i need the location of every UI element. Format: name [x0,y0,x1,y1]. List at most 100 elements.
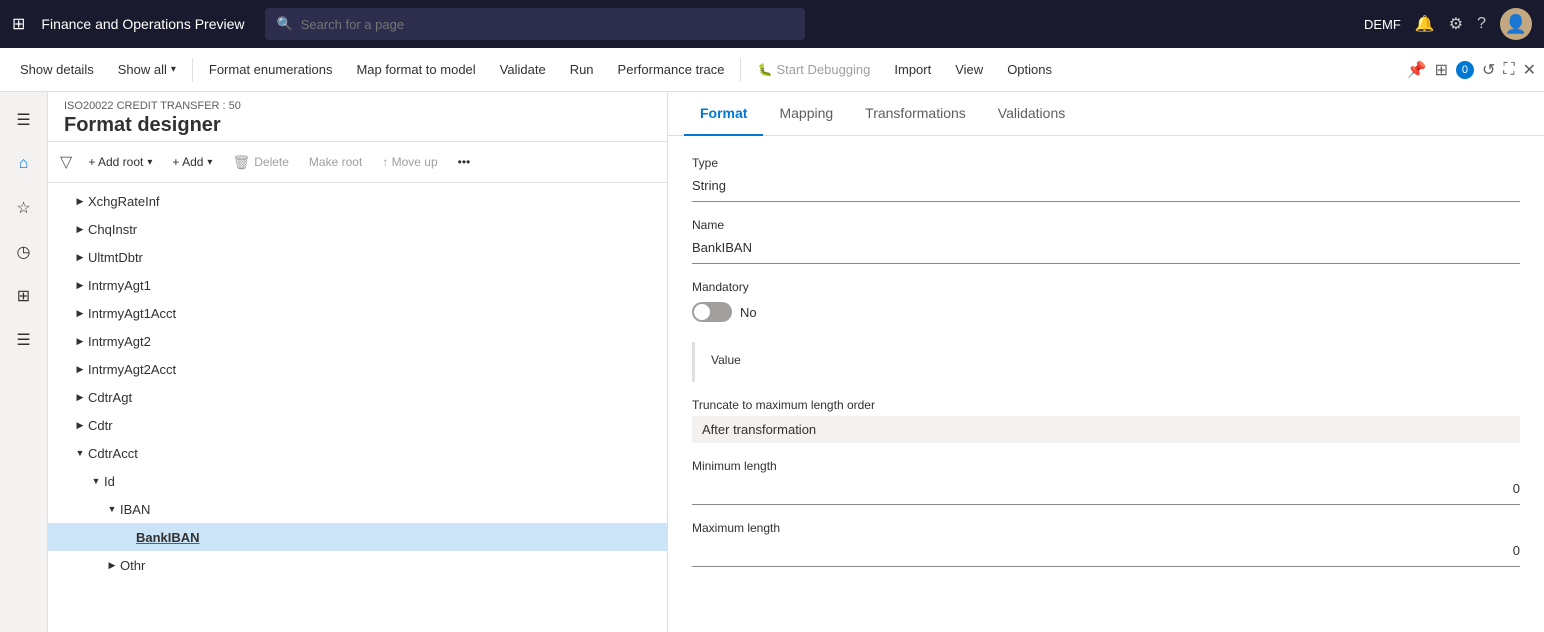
expand-icon: ▶ [72,277,88,293]
expand-icon: ▶ [72,305,88,321]
sidebar-item-table[interactable]: ⊞ [4,276,44,316]
tab-mapping[interactable]: Mapping [763,92,849,136]
avatar[interactable]: 👤 [1500,8,1532,40]
tree-item[interactable]: ▶ IntrmyAgt1Acct [48,299,667,327]
tree-item-selected[interactable]: BankIBAN [48,523,667,551]
item-label: Othr [120,558,145,573]
view-button[interactable]: View [943,48,995,92]
expand-icon: ▼ [88,473,104,489]
sidebar-item-list[interactable]: ☰ [4,320,44,360]
truncate-value[interactable]: After transformation [692,416,1520,443]
add-root-button[interactable]: + Add root ▾ [80,146,160,178]
run-button[interactable]: Run [558,48,606,92]
name-value: BankIBAN [692,236,1520,264]
mandatory-row: No [692,298,1520,326]
bell-icon[interactable]: 🔔 [1415,14,1435,34]
tree-item[interactable]: ▶ CdtrAgt [48,383,667,411]
item-label: IntrmyAgt2 [88,334,151,349]
map-format-button[interactable]: Map format to model [344,48,487,92]
item-label: Cdtr [88,418,113,433]
notification-badge[interactable]: 0 [1456,61,1474,79]
sidebar-item-home[interactable]: ⌂ [4,144,44,184]
tree-item[interactable]: ▶ XchgRateInf [48,187,667,215]
add-root-label: + Add root [88,155,143,169]
expand-icon: ▶ [72,417,88,433]
badge-count: 0 [1462,64,1468,76]
min-length-field: Minimum length 0 [692,459,1520,505]
options-button[interactable]: Options [995,48,1064,92]
tree-item[interactable]: ▼ Id [48,467,667,495]
expand-icon: ▼ [104,501,120,517]
tab-format[interactable]: Format [684,92,763,136]
expand-icon: ▼ [72,445,88,461]
performance-trace-button[interactable]: Performance trace [606,48,737,92]
truncate-field: Truncate to maximum length order After t… [692,398,1520,443]
item-label: CdtrAgt [88,390,132,405]
tree-item[interactable]: ▶ Othr [48,551,667,579]
tree-item[interactable]: ▶ ChqInstr [48,215,667,243]
validate-button[interactable]: Validate [488,48,558,92]
type-field: Type String [692,156,1520,202]
gear-icon[interactable]: ⚙ [1449,14,1463,34]
expand-icon: ▶ [72,249,88,265]
tree-item[interactable]: ▶ IntrmyAgt2Acct [48,355,667,383]
tree-item[interactable]: ▶ IntrmyAgt2 [48,327,667,355]
tree-item[interactable]: ▼ CdtrAcct [48,439,667,467]
toggle-slider [692,302,732,322]
sidebar-item-star[interactable]: ☆ [4,188,44,228]
tree-item[interactable]: ▶ UltmtDbtr [48,243,667,271]
add-button[interactable]: + Add ▾ [164,146,220,178]
value-label: Value [711,353,741,367]
start-debugging-button[interactable]: 🐛 Start Debugging [745,48,882,92]
max-length-field: Maximum length 0 [692,521,1520,567]
import-button[interactable]: Import [882,48,943,92]
mandatory-field: Mandatory No [692,280,1520,326]
search-box[interactable]: 🔍 [265,8,805,40]
expand-icon [120,529,136,545]
more-button[interactable]: ••• [450,146,479,178]
expand-icon: ▶ [72,221,88,237]
tree-content: ▶ XchgRateInf ▶ ChqInstr ▶ UltmtDbtr ▶ I… [48,183,667,632]
name-label: Name [692,218,1520,232]
sidebar-item-clock[interactable]: ◷ [4,232,44,272]
tree-item[interactable]: ▼ IBAN [48,495,667,523]
mandatory-label: Mandatory [692,280,1520,294]
value-section: Value [692,342,1520,382]
show-details-button[interactable]: Show details [8,48,106,92]
tab-transformations[interactable]: Transformations [849,92,982,136]
page-title: Format designer [64,114,651,137]
refresh-icon[interactable]: ↺ [1482,60,1495,80]
tree-toolbar: ▽ + Add root ▾ + Add ▾ 🗑 Delete Make roo… [48,142,667,183]
tab-validations[interactable]: Validations [982,92,1081,136]
name-field: Name BankIBAN [692,218,1520,264]
grid-icon[interactable]: ⊞ [12,14,25,34]
right-panel: Format Mapping Transformations Validatio… [668,92,1544,632]
search-input[interactable] [301,17,793,32]
tree-panel: ISO20022 CREDIT TRANSFER : 50 Format des… [48,92,668,632]
mandatory-toggle[interactable] [692,302,732,322]
mandatory-value: No [740,305,757,320]
format-enumerations-button[interactable]: Format enumerations [197,48,345,92]
pin-icon[interactable]: 📌 [1407,60,1427,80]
item-label: IntrmyAgt2Acct [88,362,176,377]
make-root-button[interactable]: Make root [301,146,370,178]
search-icon: 🔍 [277,16,293,32]
separator-2 [740,58,741,82]
item-label: UltmtDbtr [88,250,143,265]
sidebar-hamburger[interactable]: ☰ [4,100,44,140]
fullscreen-icon[interactable]: ⛶ [1503,61,1514,79]
move-up-button[interactable]: ↑ Move up [374,146,445,178]
tree-item[interactable]: ▶ IntrmyAgt1 [48,271,667,299]
delete-button[interactable]: 🗑 Delete [224,146,296,178]
item-label: IntrmyAgt1Acct [88,306,176,321]
filter-icon[interactable]: ▽ [56,148,76,176]
truncate-label: Truncate to maximum length order [692,398,1520,412]
type-value: String [692,174,1520,202]
top-bar: ⊞ Finance and Operations Preview 🔍 DEMF … [0,0,1544,48]
help-icon[interactable]: ? [1477,15,1486,33]
item-label: XchgRateInf [88,194,160,209]
expand-icon[interactable]: ⊞ [1435,60,1448,80]
tree-item[interactable]: ▶ Cdtr [48,411,667,439]
show-all-button[interactable]: Show all ▾ [106,48,188,92]
close-icon[interactable]: ✕ [1523,60,1536,80]
